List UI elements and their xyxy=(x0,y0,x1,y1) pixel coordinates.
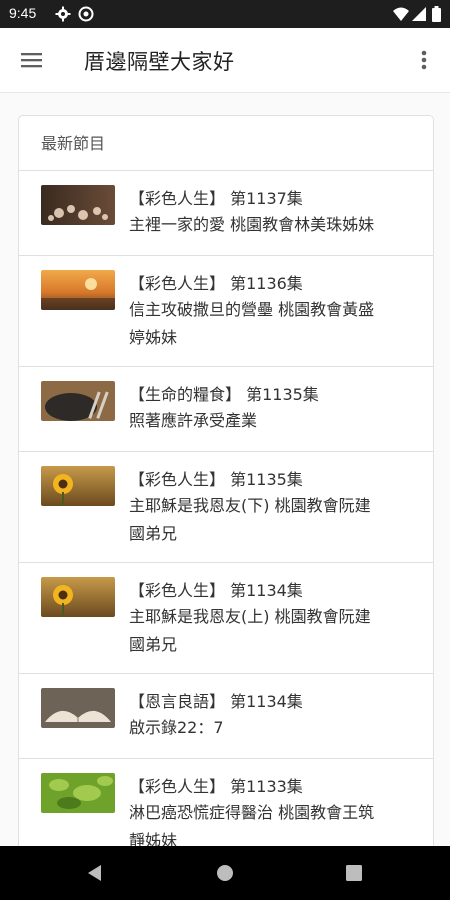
episode-item[interactable]: 【恩言良語】 第1134集 啟示錄22：7 xyxy=(19,674,433,759)
status-bar: 9:45 xyxy=(0,0,450,28)
episode-title: 【彩色人生】 第1133集 xyxy=(129,777,303,796)
section-header: 最新節目 xyxy=(41,134,106,153)
episode-description: 淋巴癌恐慌症得醫治 桃園教會王筑 靜姊妹 xyxy=(129,803,375,846)
episode-title: 【彩色人生】 第1136集 xyxy=(129,274,303,293)
back-icon[interactable] xyxy=(86,864,104,886)
episode-description: 信主攻破撒旦的營壘 桃園教會黃盛 婷姊妹 xyxy=(129,300,375,347)
episode-thumbnail xyxy=(41,773,115,813)
episode-thumbnail xyxy=(41,270,115,310)
episode-item[interactable]: 【彩色人生】 第1134集 主耶穌是我恩友(上) 桃園教會阮建 國弟兄 xyxy=(19,563,433,674)
episode-item[interactable]: 【生命的糧食】 第1135集 照著應許承受產業 xyxy=(19,367,433,452)
latest-episodes-card: 最新節目 【彩色人生】 第1137集 主裡一家的愛 桃園教會林美珠姊妹 【彩色人… xyxy=(18,115,434,846)
card-header: 最新節目 xyxy=(19,116,433,171)
more-vert-icon[interactable] xyxy=(412,46,436,74)
episode-description: 照著應許承受產業 xyxy=(129,411,258,430)
episode-item[interactable]: 【彩色人生】 第1137集 主裡一家的愛 桃園教會林美珠姊妹 xyxy=(19,171,433,256)
episode-item[interactable]: 【彩色人生】 第1135集 主耶穌是我恩友(下) 桃園教會阮建 國弟兄 xyxy=(19,452,433,563)
episode-description: 主裡一家的愛 桃園教會林美珠姊妹 xyxy=(129,215,375,234)
recents-icon[interactable] xyxy=(346,865,362,885)
status-time: 9:45 xyxy=(9,5,37,21)
episode-item[interactable]: 【彩色人生】 第1133集 淋巴癌恐慌症得醫治 桃園教會王筑 靜姊妹 xyxy=(19,759,433,846)
episode-description: 主耶穌是我恩友(上) 桃園教會阮建 國弟兄 xyxy=(129,607,371,654)
navigation-bar xyxy=(0,846,450,900)
wifi-icon xyxy=(393,6,409,26)
episode-item[interactable]: 【彩色人生】 第1136集 信主攻破撒旦的營壘 桃園教會黃盛 婷姊妹 xyxy=(19,256,433,367)
episode-description: 主耶穌是我恩友(下) 桃園教會阮建 國弟兄 xyxy=(129,496,371,543)
episode-thumbnail xyxy=(41,466,115,506)
episode-thumbnail xyxy=(41,185,115,225)
episode-title: 【彩色人生】 第1134集 xyxy=(129,581,303,600)
episode-thumbnail xyxy=(41,381,115,421)
gear-icon xyxy=(55,6,71,26)
episode-description: 啟示錄22：7 xyxy=(129,718,224,737)
home-icon[interactable] xyxy=(216,864,234,886)
app-bar: 厝邊隔壁大家好 xyxy=(0,28,450,93)
episode-title: 【彩色人生】 第1135集 xyxy=(129,470,303,489)
signal-icon xyxy=(412,6,426,26)
main-content[interactable]: 最新節目 【彩色人生】 第1137集 主裡一家的愛 桃園教會林美珠姊妹 【彩色人… xyxy=(0,93,450,846)
episode-title: 【生命的糧食】 第1135集 xyxy=(129,385,319,404)
at-sign-icon xyxy=(78,6,94,26)
episode-thumbnail xyxy=(41,577,115,617)
hamburger-menu-icon[interactable] xyxy=(18,48,46,72)
episode-title: 【彩色人生】 第1137集 xyxy=(129,189,303,208)
battery-icon xyxy=(432,6,441,26)
episode-title: 【恩言良語】 第1134集 xyxy=(129,692,303,711)
episode-thumbnail xyxy=(41,688,115,728)
page-title: 厝邊隔壁大家好 xyxy=(84,50,235,74)
